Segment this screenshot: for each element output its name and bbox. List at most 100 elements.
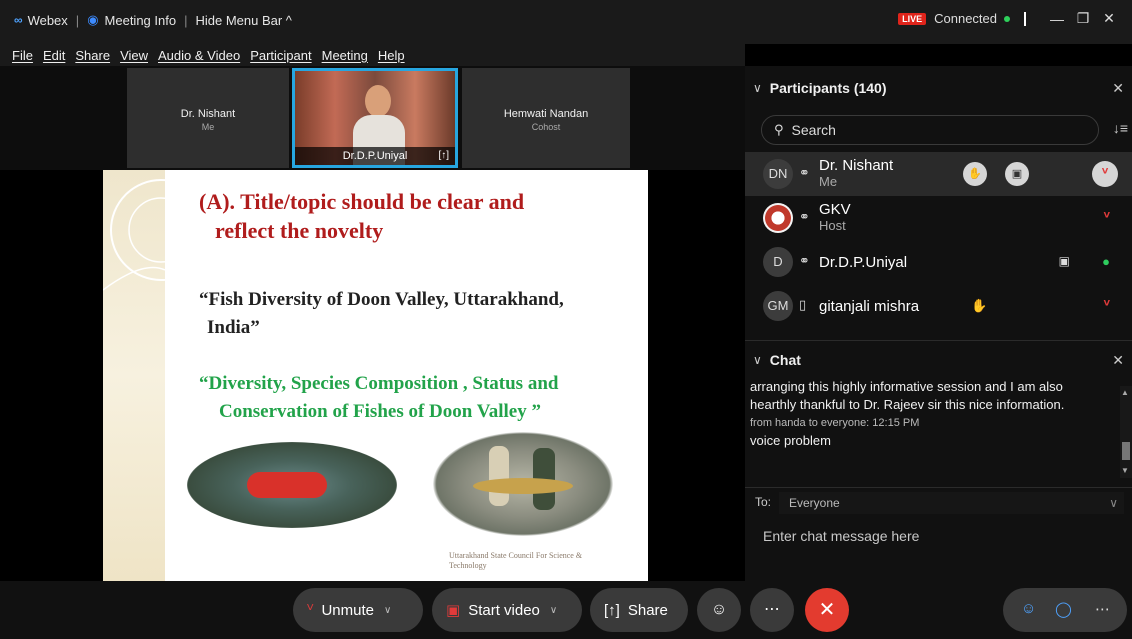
reactions-icon[interactable]: ☺ [697,588,741,632]
mic-muted-icon: ⱽ [307,602,314,619]
chevron-down-icon[interactable]: ∨ [384,605,391,616]
raise-hand-icon[interactable]: ✋ [963,162,987,186]
to-label: To: [755,494,772,509]
participants-search[interactable]: ⚲ Search [761,115,1099,145]
separator: | [184,12,188,28]
participants-header[interactable]: ∨ Participants (140) ✕ [745,70,1132,106]
participant-name: Dr.D.P.Uniyal [819,254,908,271]
close-icon[interactable]: ✕ [1096,10,1122,27]
scroll-up-icon[interactable]: ▲ [1121,388,1129,397]
scroll-thumb[interactable] [1122,442,1130,460]
menu-file[interactable]: File [12,48,33,63]
participant-row-gkv[interactable]: ⚭ GKV Host ⱽ [745,196,1132,240]
participant-name: gitanjali mishra [819,298,920,315]
participant-role: Host [819,218,846,233]
connection-status[interactable]: Connected [934,11,997,26]
shield-icon[interactable]: ◉ [87,12,98,28]
menu-help[interactable]: Help [378,48,405,63]
title-right: LIVE Connected — ❐ ✕ [898,10,1122,27]
slide-title: (A). Title/topic should be clear and ref… [199,189,525,243]
share-label: Share [627,601,668,619]
video-tile-role: Me [201,122,215,132]
close-icon[interactable]: ✕ [1112,80,1124,97]
participant-name: Dr. Nishant [819,157,894,174]
video-tile-label: Dr.D.P.Uniyal [↑] [295,147,455,165]
video-tile-name: Dr. Nishant [180,108,236,120]
start-video-button[interactable]: ▣ Start video ∨ [432,588,582,632]
end-call-icon[interactable]: ✕ [805,588,849,632]
shared-content-area: (A). Title/topic should be clear and ref… [0,170,745,581]
mic-muted-icon[interactable]: ⱽ [1092,161,1118,187]
restore-icon[interactable]: ❐ [1070,10,1096,27]
separator: | [75,12,80,28]
raised-hand-icon: ✋ [971,298,988,313]
recipient-value: Everyone [789,496,840,510]
start-video-label: Start video [468,601,540,619]
unmute-button[interactable]: ⱽ Unmute ∨ [293,588,423,632]
video-tile-active-speaker[interactable]: Dr.D.P.Uniyal [↑] [292,68,458,168]
avatar [763,203,793,233]
headset-icon: ⚭ [799,209,810,224]
mic-muted-icon[interactable]: ⱽ [1104,210,1110,226]
chat-message-line: voice problem [750,433,831,448]
search-placeholder: Search [791,122,836,138]
title-bar: ∞ Webex | ◉ Meeting Info | Hide Menu Bar… [0,0,1132,44]
menu-audio-video[interactable]: Audio & Video [158,48,240,63]
scroll-down-icon[interactable]: ▼ [1121,466,1129,475]
participants-panel-icon[interactable]: ☺ [1021,600,1036,617]
meeting-info-button[interactable]: Meeting Info [105,13,177,28]
unmute-label: Unmute [321,601,374,619]
menu-share[interactable]: Share [75,48,110,63]
video-tile-dr-nishant[interactable]: Dr. Nishant Me [127,68,289,168]
mic-muted-icon[interactable]: ⱽ [1104,298,1110,314]
fish-catch-photo [433,432,613,536]
chat-messages: arranging this highly informative sessio… [750,378,1110,474]
video-off-icon: ▣ [446,602,461,619]
avatar: D [763,247,793,277]
menu-edit[interactable]: Edit [43,48,65,63]
closed-caption-icon[interactable]: ▣ [1005,162,1029,186]
search-icon: ⚲ [774,122,784,137]
close-icon[interactable]: ✕ [1112,352,1124,369]
chevron-down-icon[interactable]: ∨ [753,81,762,95]
slide-example-1: “Fish Diversity of Doon Valley, Uttarakh… [199,289,564,338]
chevron-down-icon[interactable]: ∨ [753,353,762,367]
mic-on-icon[interactable]: ● [1102,254,1110,269]
video-tile-name: Dr.D.P.Uniyal [342,150,408,162]
menu-view[interactable]: View [120,48,148,63]
chevron-down-icon[interactable]: ∨ [550,605,557,616]
menu-meeting[interactable]: Meeting [322,48,368,63]
headset-icon: ⚭ [799,253,810,268]
sort-icon[interactable]: ↓≡ [1113,120,1128,136]
recipient-select[interactable]: Everyone ∨ [779,492,1124,514]
right-panel: ∨ Participants (140) ✕ ⚲ Search ↓≡ DN ⚭ … [745,66,1132,581]
webex-logo-icon: ∞ [14,13,23,27]
slide-example-2: “Diversity, Species Composition , Status… [199,373,559,422]
chat-panel-icon[interactable]: ◯ [1055,600,1072,618]
slide-decoration [103,170,165,581]
participant-row-dr-uniyal[interactable]: D ⚭ Dr.D.P.Uniyal ▣ ● [745,240,1132,284]
chat-recipient-row: To: Everyone ∨ [745,487,1132,515]
phone-icon: ▯ [799,297,807,312]
rafting-photo [187,442,397,528]
video-tile-hemwati-nandan[interactable]: Hemwati Nandan Cohost [462,68,630,168]
chat-message-line: hearthly thankful to Dr. Rajeev sir this… [750,397,1065,412]
participants-title: Participants (140) [769,80,887,96]
chat-title: Chat [769,352,801,368]
chat-header[interactable]: ∨ Chat ✕ [745,342,1132,378]
more-panels-icon[interactable]: ⋯ [1095,600,1110,618]
menu-participant[interactable]: Participant [250,48,311,63]
participant-row-gitanjali-mishra[interactable]: GM ▯ gitanjali mishra ✋ ⱽ [745,284,1132,328]
status-dot-icon [1004,15,1010,22]
participant-row-dr-nishant[interactable]: DN ⚭ Dr. Nishant Me ✋ ▣ ⱽ [745,152,1132,196]
app-name: Webex [27,12,68,28]
share-button[interactable]: [↑] Share [590,588,688,632]
chat-scrollbar[interactable]: ▲ ▼ [1120,386,1132,478]
divider [1024,11,1026,26]
more-options-icon[interactable]: ⋯ [750,588,794,632]
hide-menu-bar-button[interactable]: Hide Menu Bar ^ [195,13,291,28]
presentation-slide: (A). Title/topic should be clear and ref… [103,170,648,581]
chat-input[interactable]: Enter chat message here [763,528,919,544]
participant-name: GKV [819,201,851,218]
minimize-icon[interactable]: — [1044,11,1070,27]
